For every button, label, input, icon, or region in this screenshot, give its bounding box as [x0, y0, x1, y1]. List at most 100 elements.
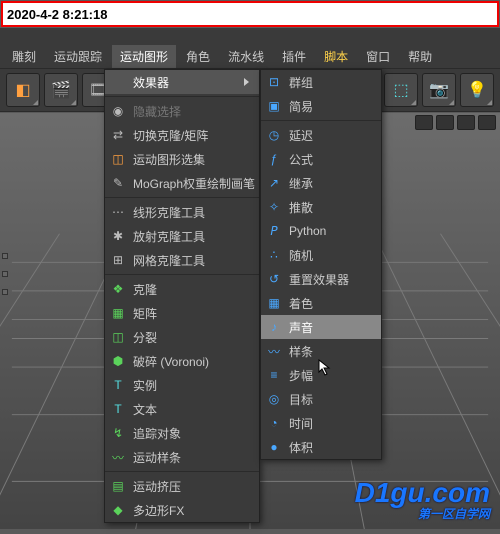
menu-item-label: 破碎 (Voronoi): [133, 353, 249, 370]
effector-item-shade[interactable]: ▦ 着色: [261, 291, 381, 315]
menu-item-label: 实例: [133, 377, 249, 394]
effector-item-delay[interactable]: ◷延迟: [261, 123, 381, 147]
effector-item-form[interactable]: ƒ公式: [261, 147, 381, 171]
menu-effectors[interactable]: 效果器: [105, 70, 259, 94]
matrix-icon: ▦: [109, 304, 127, 322]
mograph-item-clone[interactable]: ❖克隆: [105, 277, 259, 301]
gridc-icon: ⊞: [109, 251, 127, 269]
vp-tool-1[interactable]: [415, 115, 433, 130]
effector-item-inh[interactable]: ↗继承: [261, 171, 381, 195]
sound-icon: ♪: [265, 318, 283, 336]
push-icon: ✧: [265, 198, 283, 216]
tool-cube[interactable]: ◧: [6, 73, 40, 107]
effectors-submenu: ⊡群组 ▣ 简易 ◷延迟ƒ公式↗继承 ✧ 推散 𝘗 Python ∴随机 ↺ 重置效果器 ▦ 着色 ♪声音…: [260, 69, 382, 460]
effector-item-sound[interactable]: ♪声音: [261, 315, 381, 339]
targ-icon: ◎: [265, 390, 283, 408]
spl-icon: 〰: [265, 342, 283, 360]
mograph-item-matrix[interactable]: ▦ 矩阵: [105, 301, 259, 325]
mograph-item-line[interactable]: ⋯线形克隆工具: [105, 200, 259, 224]
menu-item-label: 隐藏选择: [133, 103, 249, 120]
vp-tool-3[interactable]: [457, 115, 475, 130]
mograph-item-mext[interactable]: ▤运动挤压: [105, 474, 259, 498]
vp-tool-4[interactable]: [478, 115, 496, 130]
menu-item-label: 延迟: [289, 127, 371, 144]
menu-pipeline[interactable]: 流水线: [220, 45, 272, 68]
effector-item-reset[interactable]: ↺ 重置效果器: [261, 267, 381, 291]
effector-item-grp[interactable]: ⊡群组: [261, 70, 381, 94]
inst-icon: T: [109, 376, 127, 394]
mograph-item-eye[interactable]: ◉隐藏选择: [105, 99, 259, 123]
menu-help[interactable]: 帮助: [400, 45, 440, 68]
effector-item-rand[interactable]: ∴随机: [261, 243, 381, 267]
menu-item-label: 重置效果器: [289, 271, 371, 288]
menu-mograph[interactable]: 运动图形: [112, 45, 176, 68]
inh-icon: ↗: [265, 174, 283, 192]
sb-2[interactable]: [2, 271, 8, 277]
reset-icon: ↺: [265, 270, 283, 288]
mograph-item-radial[interactable]: ✱放射克隆工具: [105, 224, 259, 248]
tool-scene[interactable]: 🎬: [44, 73, 78, 107]
mograph-item-sel[interactable]: ◫运动图形选集: [105, 147, 259, 171]
radial-icon: ✱: [109, 227, 127, 245]
menu-item-label: Python: [289, 224, 371, 238]
tool-light[interactable]: 💡: [460, 73, 494, 107]
menu-motiontrack[interactable]: 运动跟踪: [46, 45, 110, 68]
timestamp-bar: 2020-4-2 8:21:18: [1, 1, 499, 27]
text-icon: T: [109, 400, 127, 418]
tool-camera[interactable]: 📷: [422, 73, 456, 107]
menu-item-label: 多边形FX: [133, 502, 249, 519]
clone-icon: ❖: [109, 280, 127, 298]
mograph-item-voro[interactable]: ⬢ 破碎 (Voronoi): [105, 349, 259, 373]
voro-icon: ⬢: [109, 352, 127, 370]
menu-item-label: 时间: [289, 415, 371, 432]
step-icon: ≡: [265, 366, 283, 384]
sb-3[interactable]: [2, 289, 8, 295]
menubar: 雕刻 运动跟踪 运动图形 角色 流水线 插件 脚本 窗口 帮助: [0, 44, 500, 68]
viewport-tools: [415, 115, 496, 130]
mograph-item-pfx[interactable]: ◆多边形FX: [105, 498, 259, 522]
effector-item-py[interactable]: 𝘗 Python: [261, 219, 381, 243]
mograph-item-gridc[interactable]: ⊞网格克隆工具: [105, 248, 259, 272]
effector-item-vol[interactable]: ●体积: [261, 435, 381, 459]
mograph-item-inst[interactable]: T 实例: [105, 373, 259, 397]
frac-icon: ◫: [109, 328, 127, 346]
plain-icon: ▣: [265, 97, 283, 115]
menu-item-label: 着色: [289, 295, 371, 312]
menu-item-label: 简易: [289, 98, 371, 115]
menu-item-label: 分裂: [133, 329, 249, 346]
sb-1[interactable]: [2, 253, 8, 259]
mograph-item-mspline[interactable]: 〰运动样条: [105, 445, 259, 469]
effector-item-targ[interactable]: ◎ 目标: [261, 387, 381, 411]
menu-character[interactable]: 角色: [178, 45, 218, 68]
effector-item-push[interactable]: ✧ 推散: [261, 195, 381, 219]
mograph-item-trace[interactable]: ↯追踪对象: [105, 421, 259, 445]
menu-item-label: 推散: [289, 199, 371, 216]
swap-icon: ⇄: [109, 126, 127, 144]
effector-item-time[interactable]: ◔ 时间: [261, 411, 381, 435]
menu-item-label: 矩阵: [133, 305, 249, 322]
menu-item-label: 切换克隆/矩阵: [133, 127, 249, 144]
vp-tool-2[interactable]: [436, 115, 454, 130]
mograph-item-brush[interactable]: ✎MoGraph权重绘制画笔: [105, 171, 259, 195]
trace-icon: ↯: [109, 424, 127, 442]
menu-item-label: 样条: [289, 343, 371, 360]
menu-item-label: 运动挤压: [133, 478, 249, 495]
menu-sculpt[interactable]: 雕刻: [4, 45, 44, 68]
mograph-item-text[interactable]: T文本: [105, 397, 259, 421]
time-icon: ◔: [265, 414, 283, 432]
submenu-arrow-icon: [244, 78, 249, 86]
menu-window[interactable]: 窗口: [358, 45, 398, 68]
sel-icon: ◫: [109, 150, 127, 168]
menu-script[interactable]: 脚本: [316, 45, 356, 68]
mograph-item-frac[interactable]: ◫ 分裂: [105, 325, 259, 349]
menu-plugins[interactable]: 插件: [274, 45, 314, 68]
shade-icon: ▦: [265, 294, 283, 312]
py-icon: 𝘗: [265, 222, 283, 240]
menu-item-label: 目标: [289, 391, 371, 408]
viewport-sidebar: [2, 253, 14, 295]
tool-env[interactable]: ⬚: [384, 73, 418, 107]
menu-item-label: 体积: [289, 439, 371, 456]
effector-item-plain[interactable]: ▣ 简易: [261, 94, 381, 118]
mograph-item-swap[interactable]: ⇄ 切换克隆/矩阵: [105, 123, 259, 147]
mouse-cursor-icon: [318, 359, 332, 377]
